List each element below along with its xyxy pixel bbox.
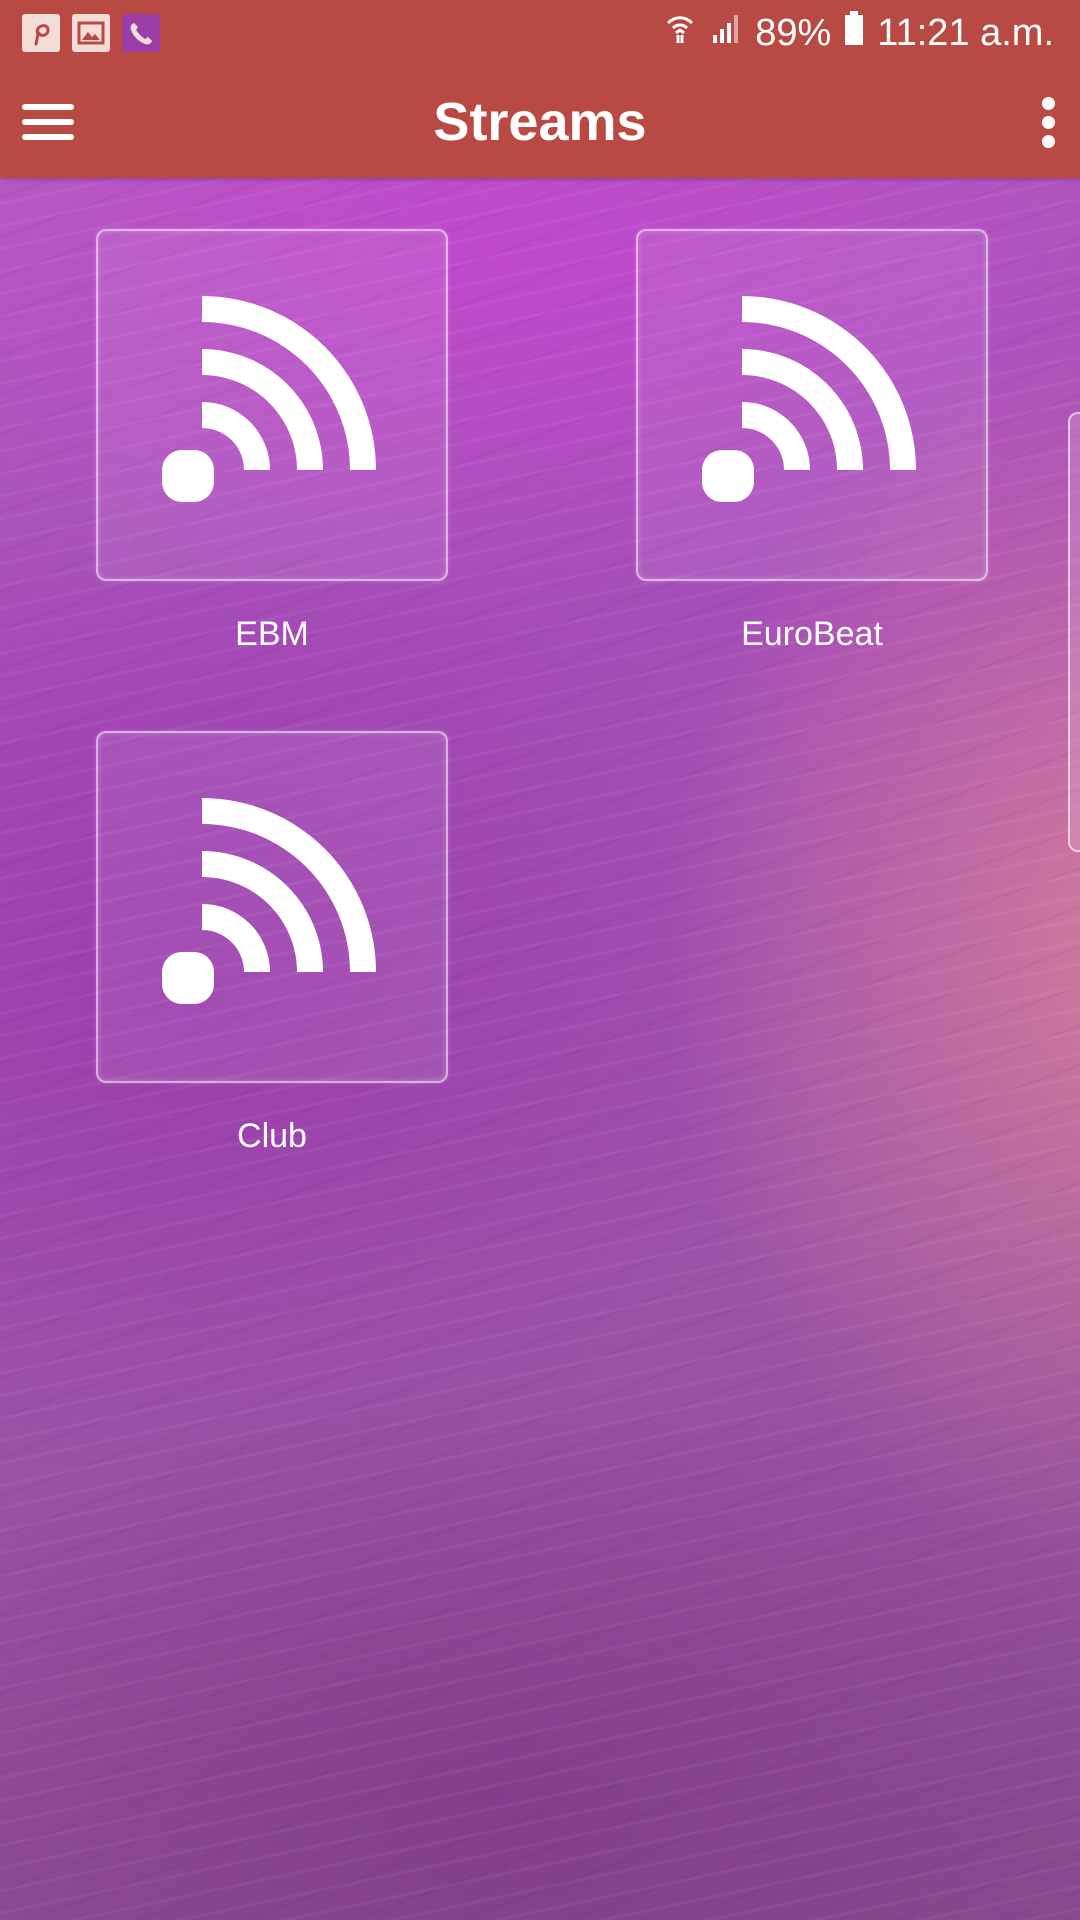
notification-icons bbox=[22, 14, 160, 52]
stream-tile-ebm[interactable] bbox=[96, 229, 448, 581]
page-title: Streams bbox=[433, 92, 647, 152]
rss-icon bbox=[162, 296, 376, 502]
rss-icon bbox=[702, 296, 916, 502]
clock: 11:21 a.m. bbox=[877, 11, 1054, 54]
signal-icon bbox=[709, 11, 743, 55]
phone-icon bbox=[122, 14, 160, 52]
wifi-calling-icon bbox=[663, 11, 697, 55]
rss-icon bbox=[162, 798, 376, 1004]
stream-tile-eurobeat[interactable] bbox=[636, 229, 988, 581]
more-vert-icon[interactable] bbox=[1030, 90, 1066, 154]
pinterest-icon bbox=[22, 14, 60, 52]
system-indicators: 89% 11:21 a.m. bbox=[663, 8, 1054, 58]
stream-label[interactable]: EuroBeat bbox=[636, 612, 988, 656]
stream-label[interactable]: EBM bbox=[96, 612, 448, 656]
stream-tile-club[interactable] bbox=[96, 731, 448, 1083]
screen: 89% 11:21 a.m. Streams EBM EuroBeat Club bbox=[0, 0, 1080, 1920]
battery-percent: 89% bbox=[755, 11, 832, 54]
stream-label[interactable]: Club bbox=[96, 1114, 448, 1158]
battery-icon bbox=[843, 10, 865, 56]
edge-panel-handle[interactable] bbox=[1068, 412, 1080, 852]
app-bar: Streams bbox=[0, 66, 1080, 178]
gallery-icon bbox=[72, 14, 110, 52]
status-bar: 89% 11:21 a.m. bbox=[0, 0, 1080, 66]
